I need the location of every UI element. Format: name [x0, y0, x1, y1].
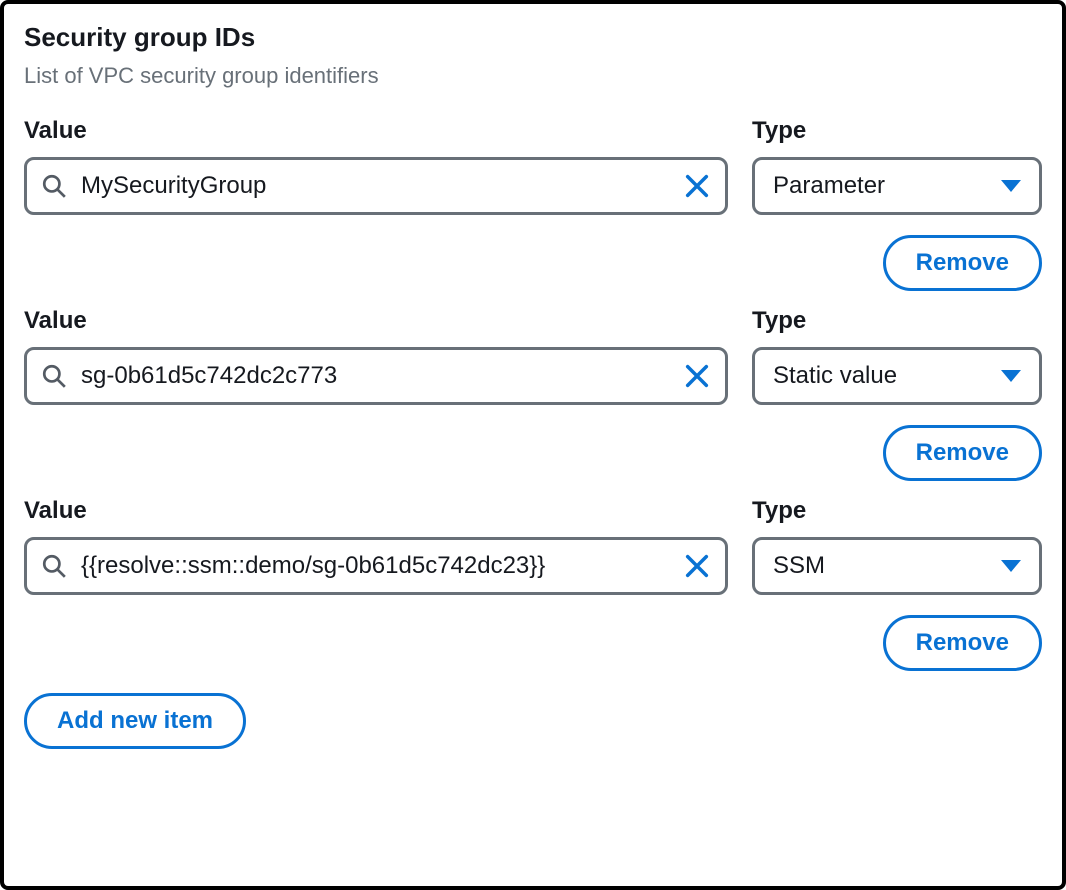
value-label: Value — [24, 307, 728, 335]
value-input[interactable] — [79, 361, 671, 391]
value-input-wrap[interactable] — [24, 537, 728, 595]
close-icon[interactable] — [683, 362, 711, 390]
type-select-value: SSM — [773, 552, 825, 580]
add-item-row: Add new item — [24, 693, 1042, 749]
value-column: Value — [24, 307, 728, 405]
security-group-panel: Security group IDs List of VPC security … — [0, 0, 1066, 890]
type-label: Type — [752, 307, 1042, 335]
close-icon[interactable] — [683, 552, 711, 580]
type-label: Type — [752, 117, 1042, 145]
type-column: Type Static value — [752, 307, 1042, 405]
row-actions: Remove — [24, 615, 1042, 671]
search-icon — [41, 173, 67, 199]
value-input-wrap[interactable] — [24, 347, 728, 405]
type-column: Type SSM — [752, 497, 1042, 595]
section-subtitle: List of VPC security group identifiers — [24, 63, 1042, 89]
value-label: Value — [24, 497, 728, 525]
type-select-value: Static value — [773, 362, 897, 390]
remove-button[interactable]: Remove — [883, 235, 1042, 291]
item-row: Value Type Parameter — [24, 117, 1042, 215]
type-label: Type — [752, 497, 1042, 525]
search-icon — [41, 363, 67, 389]
value-label: Value — [24, 117, 728, 145]
caret-down-icon — [1001, 180, 1021, 192]
type-select[interactable]: Static value — [752, 347, 1042, 405]
remove-button[interactable]: Remove — [883, 615, 1042, 671]
row-actions: Remove — [24, 425, 1042, 481]
type-column: Type Parameter — [752, 117, 1042, 215]
caret-down-icon — [1001, 370, 1021, 382]
item-row: Value Type SSM — [24, 497, 1042, 595]
type-select[interactable]: Parameter — [752, 157, 1042, 215]
caret-down-icon — [1001, 560, 1021, 572]
search-icon — [41, 553, 67, 579]
remove-button[interactable]: Remove — [883, 425, 1042, 481]
value-input[interactable] — [79, 551, 671, 581]
value-input-wrap[interactable] — [24, 157, 728, 215]
type-select-value: Parameter — [773, 172, 885, 200]
section-title: Security group IDs — [24, 22, 1042, 53]
row-actions: Remove — [24, 235, 1042, 291]
type-select[interactable]: SSM — [752, 537, 1042, 595]
value-column: Value — [24, 117, 728, 215]
value-column: Value — [24, 497, 728, 595]
close-icon[interactable] — [683, 172, 711, 200]
item-row: Value Type Static value — [24, 307, 1042, 405]
add-item-button[interactable]: Add new item — [24, 693, 246, 749]
value-input[interactable] — [79, 171, 671, 201]
